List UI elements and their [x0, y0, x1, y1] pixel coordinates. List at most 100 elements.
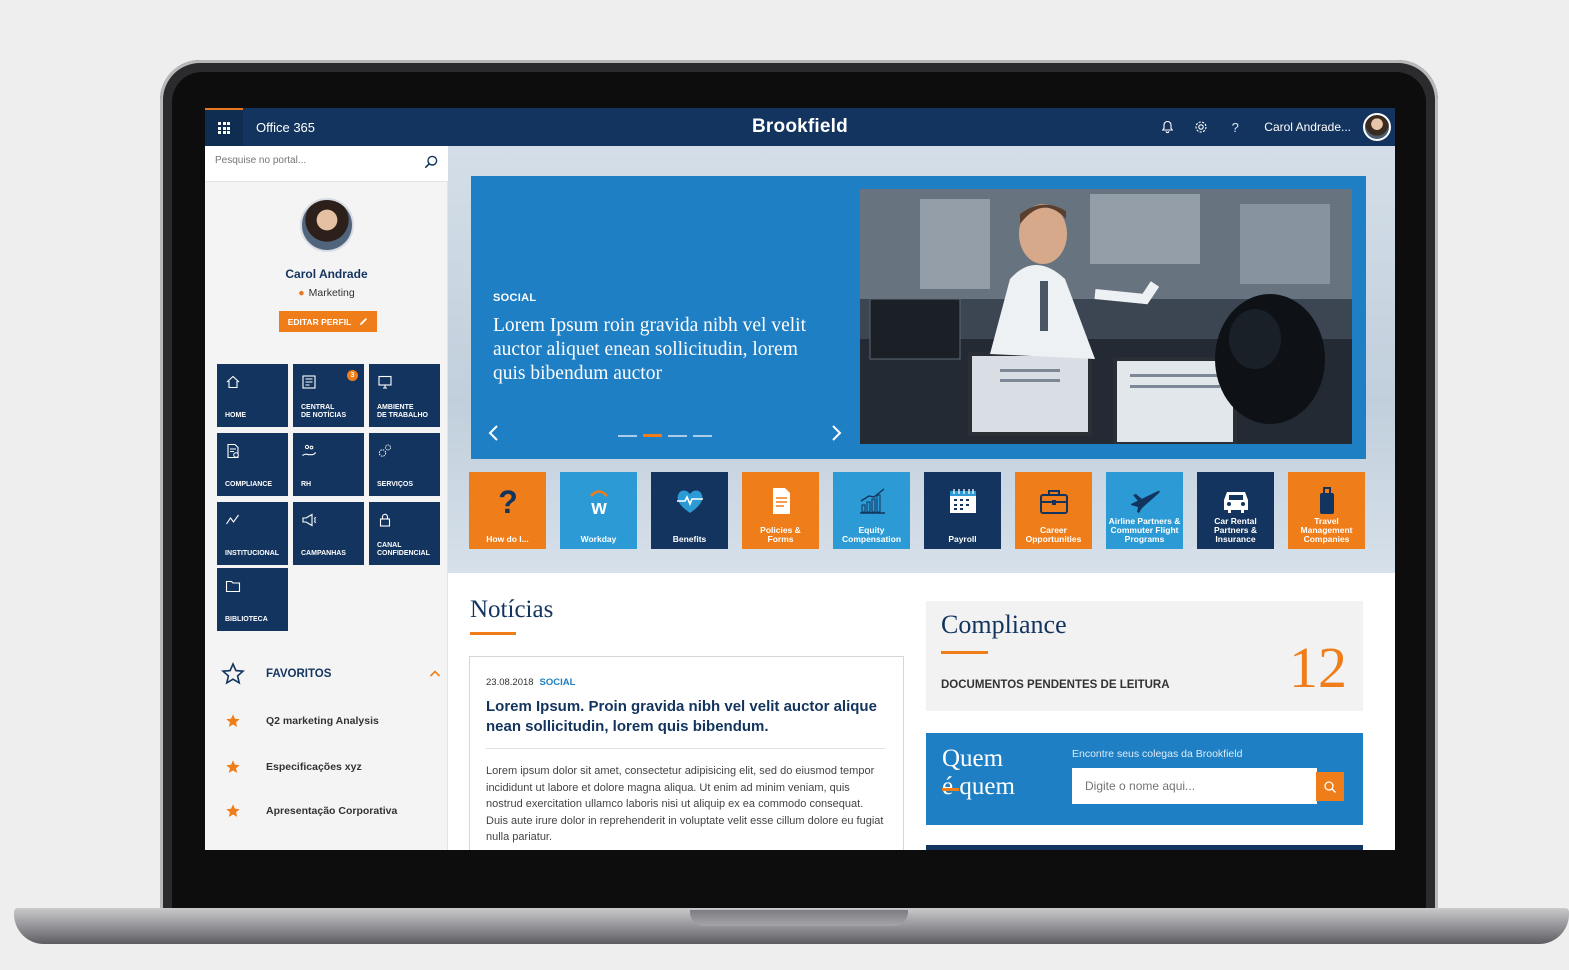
favorite-label: Especificações xyz	[266, 761, 362, 773]
app-equity-compensation[interactable]: Equity Compensation	[833, 472, 910, 549]
news-section-title: Notícias	[470, 596, 554, 623]
main-content: SOCIAL Lorem Ipsum roin gravida nibh vel…	[448, 146, 1395, 850]
megaphone-icon	[302, 513, 317, 527]
news-title-underline	[470, 632, 516, 635]
svg-text:w: w	[590, 497, 607, 516]
top-bar: Office 365 Brookfield ? Carol Andrade...	[205, 108, 1395, 146]
carousel-dot-active[interactable]	[643, 434, 662, 437]
airplane-icon	[1130, 490, 1160, 513]
favorite-item[interactable]: Apresentação Corporativa	[225, 803, 445, 823]
hero-carousel: SOCIAL Lorem Ipsum roin gravida nibh vel…	[471, 176, 1366, 459]
laptop-notch	[690, 910, 908, 926]
news-category[interactable]: SOCIAL	[540, 677, 576, 688]
tile-label: CAMPANHAS	[301, 550, 346, 557]
calendar-icon	[949, 489, 976, 513]
compliance-subtitle: DOCUMENTOS PENDENTES DE LEITURA	[941, 679, 1170, 691]
favorite-item[interactable]: Especificações xyz	[225, 759, 445, 779]
portal-screen: Office 365 Brookfield ? Carol Andrade...…	[205, 108, 1395, 850]
tile-central-noticias[interactable]: 3 CENTRAL DE NOTÍCIAS	[293, 364, 364, 427]
tile-institucional[interactable]: INSTITUCIONAL	[217, 502, 288, 565]
bell-icon[interactable]	[1150, 108, 1184, 146]
profile-name: Carol Andrade	[285, 267, 368, 281]
waffle-icon[interactable]	[205, 108, 243, 146]
carousel-dot[interactable]	[668, 435, 687, 437]
carousel-dot[interactable]	[618, 435, 637, 437]
app-workday[interactable]: w Workday	[560, 472, 637, 549]
gear-icon[interactable]	[1184, 108, 1218, 146]
app-how-do-i[interactable]: ? How do I...	[469, 472, 546, 549]
people-search-title: Quem é quem	[942, 745, 1015, 801]
hero-category[interactable]: SOCIAL	[493, 292, 536, 304]
search-input[interactable]	[215, 155, 415, 166]
app-payroll[interactable]: Payroll	[924, 472, 1001, 549]
briefcase-icon	[1039, 490, 1068, 514]
news-headline[interactable]: Lorem Ipsum. Proin gravida nibh vel veli…	[486, 697, 886, 737]
news-card[interactable]: 23.08.2018 SOCIAL Lorem Ipsum. Proin grav…	[469, 656, 904, 850]
question-icon: ?	[498, 486, 518, 516]
app-car-rental[interactable]: Car Rental Partners & Insurance	[1197, 472, 1274, 549]
car-icon	[1223, 492, 1248, 513]
news-divider	[486, 748, 886, 749]
app-travel-management[interactable]: Travel Management Companies	[1288, 472, 1365, 549]
tile-compliance[interactable]: COMPLIANCE	[217, 433, 288, 496]
help-icon[interactable]: ?	[1218, 108, 1252, 146]
app-label: Policies & Forms	[760, 525, 801, 544]
tile-label: HOME	[225, 412, 246, 419]
tile-campanhas[interactable]: CAMPANHAS	[293, 502, 364, 565]
people-search-label: Encontre seus colegas da Brookfield	[1072, 748, 1243, 760]
app-label: How do I...	[486, 534, 529, 544]
tile-label: CENTRAL DE NOTÍCIAS	[301, 404, 347, 419]
favorite-label: Q2 marketing Analysis	[266, 715, 379, 727]
hero-title[interactable]: Lorem Ipsum roin gravida nibh vel velit …	[493, 314, 833, 386]
tile-rh[interactable]: RH	[293, 433, 364, 496]
people-search-card: Quem é quem Encontre seus colegas da Bro…	[926, 733, 1363, 825]
carousel-dot[interactable]	[693, 435, 712, 437]
luggage-icon	[1319, 487, 1334, 514]
tile-servicos[interactable]: SERVIÇOS	[369, 433, 440, 496]
tile-label: RH	[301, 481, 312, 488]
favorites-header[interactable]: FAVORITOS	[221, 662, 441, 686]
chevron-left-icon[interactable]	[485, 421, 503, 445]
search-icon[interactable]	[424, 155, 438, 169]
chevron-up-icon[interactable]	[429, 668, 441, 680]
app-label: Payroll	[948, 534, 977, 544]
edit-profile-button[interactable]: EDITAR PERFIL	[279, 311, 377, 332]
news-meta: 23.08.2018 SOCIAL	[486, 677, 575, 688]
tile-label: AMBIENTE DE TRABALHO	[377, 404, 428, 419]
people-search-button[interactable]	[1316, 772, 1344, 801]
news-body: Lorem ipsum dolor sit amet, consectetur …	[486, 765, 884, 843]
workday-icon: w	[589, 490, 608, 516]
app-policies-forms[interactable]: Policies & Forms	[742, 472, 819, 549]
hand-people-icon	[302, 444, 317, 456]
location-pin-icon: ●	[298, 287, 305, 299]
app-label: Airline Partners & Commuter Flight Progr…	[1108, 516, 1181, 544]
tile-ambiente-trabalho[interactable]: AMBIENTE DE TRABALHO	[369, 364, 440, 427]
bar-growth-icon	[859, 488, 885, 514]
lock-icon	[379, 513, 391, 527]
user-name[interactable]: Carol Andrade...	[1264, 120, 1351, 134]
user-avatar[interactable]	[1363, 113, 1391, 141]
tile-home[interactable]: HOME	[217, 364, 288, 427]
star-icon	[226, 714, 240, 727]
compliance-card[interactable]: Compliance DOCUMENTOS PENDENTES DE LEITU…	[926, 601, 1363, 711]
tile-canal-confidencial[interactable]: CANAL CONFIDENCIAL	[369, 502, 440, 565]
compliance-underline	[941, 651, 988, 654]
app-airline-partners[interactable]: Airline Partners & Commuter Flight Progr…	[1106, 472, 1183, 549]
compliance-count: 12	[1289, 635, 1347, 700]
notification-badge: 3	[347, 370, 358, 381]
app-name[interactable]: Office 365	[256, 120, 315, 135]
hero-image[interactable]	[860, 189, 1352, 444]
favorite-item[interactable]: Q2 marketing Analysis	[225, 713, 445, 733]
tile-biblioteca[interactable]: BIBLIOTECA	[217, 568, 288, 631]
sidebar-search	[205, 146, 448, 182]
news-date: 23.08.2018	[486, 677, 534, 688]
app-career-opportunities[interactable]: Career Opportunities	[1015, 472, 1092, 549]
people-search-input[interactable]	[1072, 768, 1317, 804]
profile-avatar[interactable]	[300, 198, 354, 252]
gears-icon	[378, 444, 391, 457]
app-label: Career Opportunities	[1025, 525, 1082, 544]
favorites-title: FAVORITOS	[266, 668, 332, 680]
chevron-right-icon[interactable]	[827, 421, 845, 445]
people-search-title-line2: é quem	[942, 773, 1015, 800]
app-benefits[interactable]: Benefits	[651, 472, 728, 549]
